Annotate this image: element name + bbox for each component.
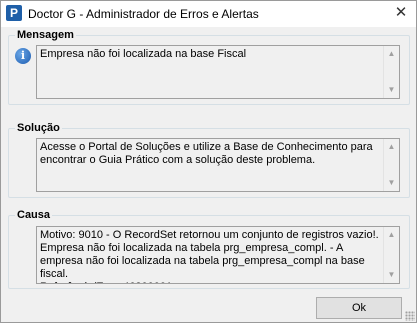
mensagem-group: Mensagem i Empresa não foi localizada na… [8,28,410,105]
scroll-down-arrow-icon[interactable]: ▼ [384,175,399,191]
close-button[interactable]: ✕ [386,1,416,25]
mensagem-scrollbar[interactable]: ▲ ▼ [383,46,399,98]
scroll-down-arrow-icon[interactable]: ▼ [384,267,399,283]
window-title: Doctor G - Administrador de Erros e Aler… [28,7,259,21]
dialog-window: P Doctor G - Administrador de Erros e Al… [0,0,417,323]
scroll-up-arrow-icon[interactable]: ▲ [384,46,399,62]
title-bar[interactable]: P Doctor G - Administrador de Erros e Al… [1,1,416,27]
scroll-up-arrow-icon[interactable]: ▲ [384,227,399,243]
info-icon: i [15,48,31,64]
mensagem-text: Empresa não foi localizada na base Fisca… [40,48,247,60]
scroll-up-arrow-icon[interactable]: ▲ [384,139,399,155]
solucao-legend: Solução [15,121,62,135]
ok-button[interactable]: Ok [316,297,402,319]
solucao-group: Solução Acesse o Portal de Soluções e ut… [8,121,410,198]
mensagem-legend: Mensagem [15,28,76,42]
mensagem-textbox[interactable]: Empresa não foi localizada na base Fisca… [36,45,400,99]
scroll-down-arrow-icon[interactable]: ▼ [384,82,399,98]
solucao-scrollbar[interactable]: ▲ ▼ [383,139,399,191]
causa-scrollbar[interactable]: ▲ ▼ [383,227,399,283]
resize-grip[interactable] [405,311,415,321]
causa-textbox[interactable]: Motivo: 9010 - O RecordSet retornou um c… [36,226,400,284]
solucao-textbox[interactable]: Acesse o Portal de Soluções e utilize a … [36,138,400,192]
causa-legend: Causa [15,208,53,222]
solucao-text: Acesse o Portal de Soluções e utilize a … [40,141,376,166]
causa-group: Causa Motivo: 9010 - O RecordSet retorno… [8,208,410,289]
app-logo-icon: P [6,5,22,21]
causa-text: Motivo: 9010 - O RecordSet retornou um c… [40,229,379,283]
